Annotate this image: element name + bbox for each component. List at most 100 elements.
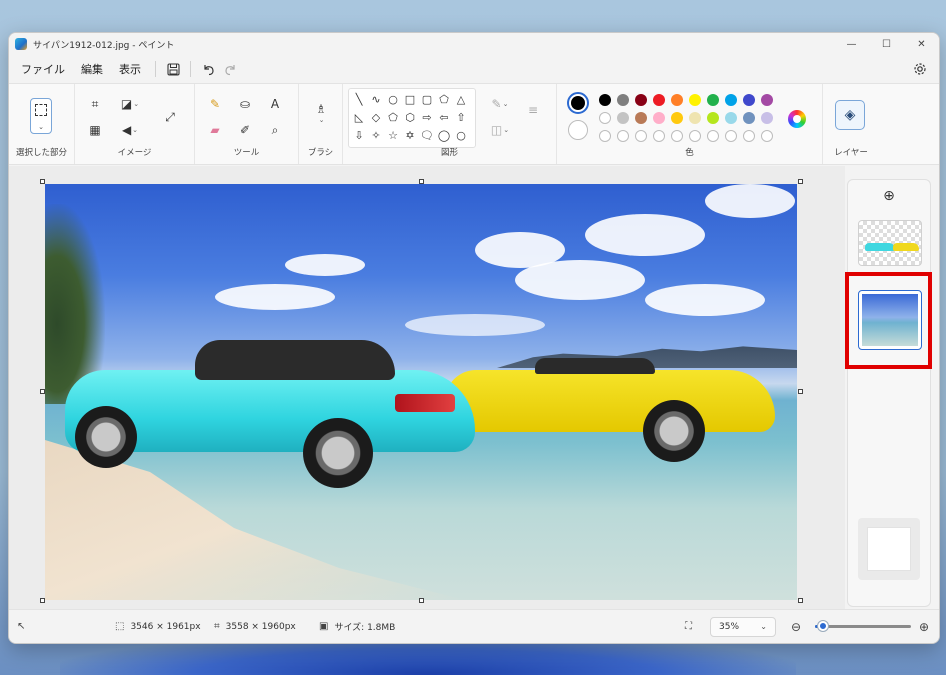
up-arrow-shape-icon[interactable]: ⇧ [453, 109, 469, 125]
resize-handle[interactable] [40, 179, 45, 184]
color-swatch[interactable] [725, 94, 737, 106]
menu-file[interactable]: ファイル [13, 61, 73, 77]
crop-icon[interactable]: ⌗ [85, 94, 105, 114]
empty-color-slot[interactable] [689, 130, 701, 142]
color-swatch[interactable] [599, 112, 611, 124]
eraser-icon[interactable]: ▰ [205, 120, 225, 140]
empty-color-slot[interactable] [653, 130, 665, 142]
resize-icon[interactable]: ⤢ [159, 106, 181, 128]
layers-button[interactable]: ◈ [835, 100, 865, 130]
plus-circle-icon[interactable]: ⊕ [848, 188, 930, 204]
color-swatch[interactable] [743, 112, 755, 124]
polygon-shape-icon[interactable]: ⬠ [436, 91, 452, 107]
resize-handle[interactable] [798, 598, 803, 603]
color-swatch[interactable] [707, 94, 719, 106]
color-swatch[interactable] [725, 112, 737, 124]
six-point-star-shape-icon[interactable]: ✡ [402, 127, 418, 143]
color-swatch[interactable] [617, 112, 629, 124]
menu-view[interactable]: 表示 [111, 61, 149, 77]
empty-color-slot[interactable] [599, 130, 611, 142]
primary-color-button[interactable] [567, 92, 589, 114]
secondary-color-button[interactable] [568, 120, 588, 140]
down-arrow-shape-icon[interactable]: ⇩ [351, 127, 367, 143]
edit-colors-icon[interactable] [788, 110, 806, 128]
magnifier-icon[interactable]: ⌕ [265, 120, 285, 140]
zoom-slider[interactable] [815, 621, 911, 631]
callout-oval-shape-icon[interactable]: ◯ [436, 127, 452, 143]
remove-background-icon[interactable]: ▦ [85, 120, 105, 140]
close-button[interactable]: ✕ [904, 33, 939, 55]
color-swatch[interactable] [635, 94, 647, 106]
color-swatch[interactable] [761, 112, 773, 124]
menu-edit[interactable]: 編集 [73, 61, 111, 77]
rounded-rectangle-shape-icon[interactable]: ▢ [419, 91, 435, 107]
color-swatch[interactable] [761, 94, 773, 106]
canvas-image[interactable] [45, 184, 797, 600]
empty-color-slot[interactable] [725, 130, 737, 142]
empty-color-slot[interactable] [635, 130, 647, 142]
car-layer-thumbnail[interactable] [858, 220, 922, 266]
resize-handle[interactable] [798, 389, 803, 394]
empty-color-slot[interactable] [743, 130, 755, 142]
rotate-icon[interactable]: ◪ ⌄ [115, 94, 145, 114]
canvas-area[interactable] [9, 166, 845, 609]
select-button[interactable]: ⌄ [30, 98, 52, 134]
left-arrow-shape-icon[interactable]: ⇦ [436, 109, 452, 125]
right-triangle-shape-icon[interactable]: ◺ [351, 109, 367, 125]
color-swatch[interactable] [671, 94, 683, 106]
outline-icon[interactable]: ✎ ⌄ [485, 94, 515, 114]
stroke-size-icon[interactable]: ≡ [523, 100, 543, 120]
color-swatch[interactable] [653, 112, 665, 124]
flip-icon[interactable]: ◀ ⌄ [115, 120, 145, 140]
callout-rect-shape-icon[interactable]: 🗨 [419, 127, 435, 143]
blank-layer-thumbnail[interactable] [858, 518, 920, 580]
empty-color-slot[interactable] [761, 130, 773, 142]
four-point-star-shape-icon[interactable]: ✧ [368, 127, 384, 143]
curve-shape-icon[interactable]: ∿ [368, 91, 384, 107]
color-swatch[interactable] [707, 112, 719, 124]
empty-color-slot[interactable] [707, 130, 719, 142]
color-swatch[interactable] [743, 94, 755, 106]
gear-icon[interactable] [909, 58, 931, 80]
oval-shape-icon[interactable]: ○ [385, 91, 401, 107]
maximize-button[interactable]: ☐ [869, 33, 904, 55]
diamond-shape-icon[interactable]: ◇ [368, 109, 384, 125]
pentagon-shape-icon[interactable]: ⬠ [385, 109, 401, 125]
redo-icon[interactable] [219, 58, 241, 80]
color-picker-icon[interactable]: ✐ [235, 120, 255, 140]
fill-icon[interactable]: ◫ ⌄ [485, 120, 515, 140]
right-arrow-shape-icon[interactable]: ⇨ [419, 109, 435, 125]
brush-icon[interactable]: ♗ ⌄ [311, 98, 331, 128]
zoom-select[interactable]: 35% ⌄ [710, 616, 776, 637]
fit-to-window-icon[interactable]: ⛶ [685, 621, 692, 632]
color-swatch[interactable] [635, 112, 647, 124]
hexagon-shape-icon[interactable]: ⬡ [402, 109, 418, 125]
triangle-shape-icon[interactable]: △ [453, 91, 469, 107]
pencil-icon[interactable]: ✎ [205, 94, 225, 114]
fill-bucket-icon[interactable]: ⛀ [235, 94, 255, 114]
text-icon[interactable]: A [265, 94, 285, 114]
empty-color-slot[interactable] [617, 130, 629, 142]
color-swatch[interactable] [689, 112, 701, 124]
resize-handle[interactable] [40, 389, 45, 394]
resize-handle[interactable] [40, 598, 45, 603]
line-shape-icon[interactable]: ╲ [351, 91, 367, 107]
zoom-out-icon[interactable]: ⊖ [791, 620, 801, 634]
minimize-button[interactable]: — [834, 33, 869, 55]
rectangle-shape-icon[interactable]: □ [402, 91, 418, 107]
color-swatch[interactable] [617, 94, 629, 106]
resize-handle[interactable] [419, 179, 424, 184]
zoom-in-icon[interactable]: ⊕ [919, 620, 929, 634]
empty-color-slot[interactable] [671, 130, 683, 142]
undo-icon[interactable] [197, 58, 219, 80]
resize-handle[interactable] [798, 179, 803, 184]
color-swatch[interactable] [653, 94, 665, 106]
color-swatch[interactable] [689, 94, 701, 106]
color-swatch[interactable] [599, 94, 611, 106]
save-icon[interactable] [162, 58, 184, 80]
color-swatch[interactable] [671, 112, 683, 124]
zoom-slider-thumb[interactable] [817, 621, 828, 631]
callout-cloud-shape-icon[interactable]: ○ [453, 127, 469, 143]
resize-handle[interactable] [419, 598, 424, 603]
five-point-star-shape-icon[interactable]: ☆ [385, 127, 401, 143]
